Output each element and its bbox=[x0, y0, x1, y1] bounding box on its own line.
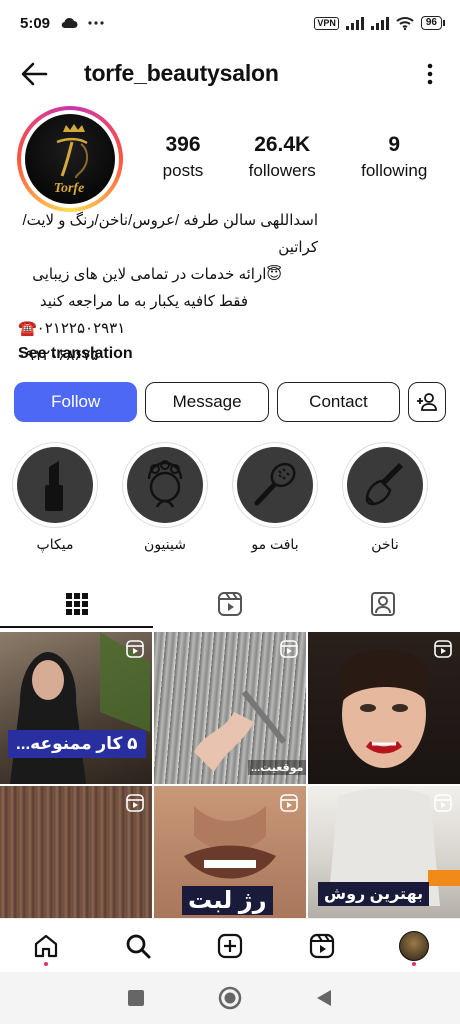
highlight-nails[interactable]: ناخن bbox=[342, 442, 428, 553]
more-dots-icon bbox=[88, 21, 104, 25]
grid-post[interactable]: ۵ کار ممنوعه... bbox=[0, 632, 152, 784]
highlight-label: ناخن bbox=[371, 536, 399, 552]
story-highlights: میکاپ شینیون بافت مو ناخن bbox=[12, 442, 460, 553]
tab-reels[interactable] bbox=[153, 580, 306, 628]
nav-search[interactable] bbox=[118, 926, 158, 966]
create-post-icon bbox=[217, 933, 243, 958]
profile-avatar: Torfe bbox=[25, 114, 115, 204]
tab-posts-grid[interactable] bbox=[0, 580, 154, 628]
bio-phone[interactable]: ☎️۰۲۱۲۲۵۰۲۹۳۱ bbox=[18, 315, 442, 342]
reels-icon bbox=[217, 592, 242, 616]
reels-icon bbox=[309, 933, 335, 958]
home-icon bbox=[34, 934, 58, 957]
stat-value: 396 bbox=[165, 133, 201, 156]
status-bar: 5:09 VPN 96 bbox=[0, 0, 460, 46]
hair-updo-icon bbox=[147, 460, 183, 508]
post-caption: ۵ کار ممنوعه... bbox=[8, 730, 146, 758]
nav-create[interactable] bbox=[210, 926, 250, 966]
profile-stats: 396 posts 26.4K followers 9 following bbox=[140, 133, 450, 181]
signal-icon-2 bbox=[370, 16, 389, 30]
reel-indicator-icon bbox=[434, 640, 452, 658]
lipstick-icon bbox=[45, 461, 63, 511]
hairbrush-icon bbox=[254, 462, 296, 506]
highlight-updo[interactable]: شینیون bbox=[122, 442, 208, 553]
reel-indicator-icon bbox=[280, 794, 298, 812]
bio-line: اسداللهی سالن طرفه /عروس/ناخن/رنگ و لایت… bbox=[22, 212, 318, 256]
stat-following[interactable]: 9 following bbox=[361, 133, 427, 181]
highlight-label: بافت مو bbox=[251, 536, 299, 552]
stat-posts[interactable]: 396 posts bbox=[163, 133, 204, 181]
notification-dot bbox=[412, 961, 416, 966]
highlight-label: میکاپ bbox=[36, 536, 74, 552]
nav-home[interactable] bbox=[26, 926, 66, 966]
nav-reels[interactable] bbox=[302, 926, 342, 966]
reel-indicator-icon bbox=[126, 640, 144, 658]
add-person-icon bbox=[417, 393, 437, 411]
stat-label: following bbox=[361, 161, 428, 180]
stat-label: followers bbox=[248, 161, 316, 180]
posts-grid: ۵ کار ممنوعه... موقعیت... رژ لبت بهترین … bbox=[0, 632, 460, 938]
stat-label: posts bbox=[162, 161, 204, 180]
grid-icon bbox=[65, 593, 88, 615]
bio-line: فقط کافیه یکبار به ما مراجعه کنید bbox=[39, 293, 248, 310]
tagged-person-icon bbox=[371, 592, 396, 616]
cloud-icon bbox=[61, 17, 78, 29]
bottom-navigation bbox=[0, 918, 460, 972]
highlight-label: شینیون bbox=[144, 536, 186, 552]
post-caption: رژ لبت bbox=[182, 886, 273, 915]
grid-post[interactable]: رژ لبت bbox=[154, 786, 306, 938]
back-arrow-icon[interactable] bbox=[20, 60, 48, 88]
contact-button[interactable]: Contact bbox=[276, 382, 401, 422]
see-translation-link[interactable]: See translation bbox=[18, 345, 133, 363]
tab-tagged[interactable] bbox=[307, 580, 460, 628]
nav-profile[interactable] bbox=[394, 926, 434, 966]
salon-logo: Torfe bbox=[54, 124, 89, 196]
profile-header: torfe_beautysalon bbox=[0, 52, 460, 96]
post-caption: بهترین روش bbox=[318, 882, 430, 906]
nail-polish-icon bbox=[365, 463, 403, 506]
message-button[interactable]: Message bbox=[145, 382, 269, 422]
status-time: 5:09 bbox=[20, 14, 51, 32]
wifi-icon bbox=[396, 17, 414, 30]
search-icon bbox=[126, 934, 151, 958]
system-navigation bbox=[0, 972, 460, 1024]
profile-avatar-icon bbox=[399, 930, 429, 961]
reel-indicator-icon bbox=[434, 794, 452, 812]
highlight-makeup[interactable]: میکاپ bbox=[12, 442, 98, 553]
notification-dot bbox=[44, 961, 48, 966]
vpn-badge: VPN bbox=[314, 16, 339, 30]
home-circle-icon[interactable] bbox=[218, 986, 242, 1010]
highlight-hair-texture[interactable]: بافت مو bbox=[232, 442, 318, 553]
profile-username: torfe_beautysalon bbox=[84, 60, 279, 86]
profile-actions: Follow Message Contact bbox=[14, 382, 446, 422]
bio-line: 😇ارائه خدمات در تمامی لاین های زیبایی bbox=[32, 266, 282, 283]
grid-post[interactable]: موقعیت... bbox=[154, 632, 306, 784]
post-caption: موقعیت... bbox=[248, 760, 306, 775]
battery-icon: 96 bbox=[420, 16, 446, 30]
grid-post[interactable]: بهترین روش bbox=[308, 786, 460, 938]
content-tabs bbox=[0, 580, 460, 628]
stat-value: 26.4K bbox=[254, 133, 311, 156]
signal-icon bbox=[345, 16, 364, 30]
back-triangle-icon[interactable] bbox=[315, 988, 333, 1008]
more-options-icon[interactable] bbox=[426, 62, 434, 86]
logo-text: Torfe bbox=[54, 181, 85, 196]
reel-indicator-icon bbox=[126, 794, 144, 812]
stat-followers[interactable]: 26.4K followers bbox=[249, 133, 316, 181]
reel-indicator-icon bbox=[280, 640, 298, 658]
story-ring[interactable]: Torfe bbox=[17, 106, 123, 212]
follow-button[interactable]: Follow bbox=[14, 382, 138, 422]
grid-post[interactable] bbox=[308, 632, 460, 784]
recent-apps-icon[interactable] bbox=[127, 989, 145, 1007]
suggest-people-button[interactable] bbox=[408, 382, 446, 422]
stat-value: 9 bbox=[388, 133, 401, 156]
grid-post[interactable] bbox=[0, 786, 152, 938]
